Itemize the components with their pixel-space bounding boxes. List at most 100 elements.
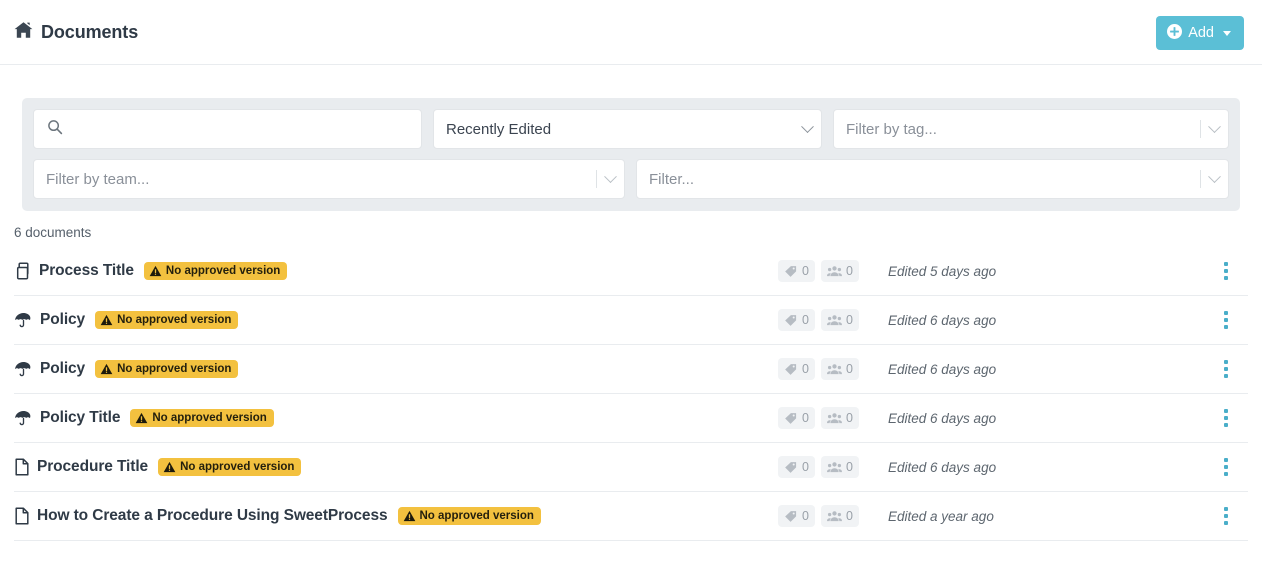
team-filter-select[interactable]: Filter by team... [33,159,625,199]
status-badge: No approved version [397,507,541,525]
document-link[interactable]: Process Title No approved version [14,262,1248,280]
page-header: Documents Add [0,0,1262,65]
team-count-value: 0 [845,460,853,474]
filter-row-1: Recently Edited Filter by tag... [33,109,1229,149]
team-count: 0 [820,309,859,331]
tag-filter-select[interactable]: Filter by tag... [833,109,1229,149]
page-title-text: Documents [41,21,139,42]
team-count: 0 [820,456,859,478]
team-filter-placeholder: Filter by team... [46,170,150,188]
document-title: Policy Title [40,409,121,426]
team-count-value: 0 [845,264,853,278]
warning-triangle-icon [100,314,113,326]
row-actions-menu-icon[interactable] [1216,258,1236,284]
chevron-down-icon [1208,169,1221,183]
edited-timestamp: Edited 6 days ago [888,312,997,328]
chevron-down-icon [801,119,814,133]
generic-filter-placeholder: Filter... [649,170,695,188]
tag-count: 0 [778,358,815,380]
filter-panel: Recently Edited Filter by tag... Filter … [22,98,1240,211]
row-actions-menu-icon[interactable] [1216,405,1236,431]
table-row[interactable]: Policy Title No approved version 0 0 Edit… [14,394,1248,443]
tag-count-value: 0 [802,411,809,425]
team-count: 0 [820,505,859,527]
umbrella-icon [14,409,33,427]
edited-timestamp: Edited 6 days ago [888,361,997,377]
document-link[interactable]: Procedure Title No approved version [14,458,1248,476]
status-badge-label: No approved version [152,412,267,424]
table-row[interactable]: Process Title No approved version 0 0 Edi… [14,247,1248,296]
umbrella-icon [14,311,33,329]
tag-count: 0 [778,309,815,331]
document-title: Policy [40,360,86,377]
caret-down-icon [1223,30,1231,36]
document-meta: 0 0 [778,358,859,380]
team-icon [826,510,842,523]
divider [1200,170,1201,188]
search-input[interactable] [33,109,422,149]
team-icon [826,314,842,327]
team-count: 0 [820,260,859,282]
document-list: Process Title No approved version 0 0 Edi… [14,247,1248,541]
document-title: Procedure Title [37,458,149,475]
warning-triangle-icon [403,510,416,522]
warning-triangle-icon [163,461,176,473]
tag-count: 0 [778,407,815,429]
search-icon [47,119,63,139]
status-badge-label: No approved version [165,265,281,277]
tag-icon [784,363,798,376]
table-row[interactable]: Procedure Title No approved version 0 0 E… [14,443,1248,492]
team-icon [826,461,842,474]
table-row[interactable]: Policy No approved version 0 0 Edited 6 d… [14,345,1248,394]
tag-count: 0 [778,505,815,527]
table-row[interactable]: How to Create a Procedure Using SweetPro… [14,492,1248,541]
warning-triangle-icon [135,412,148,424]
status-badge: No approved version [143,262,288,280]
status-badge: No approved version [130,409,274,427]
tag-count-value: 0 [802,460,809,474]
edited-timestamp: Edited a year ago [888,508,994,524]
chevron-down-icon [1208,119,1221,133]
edited-timestamp: Edited 5 days ago [888,263,997,279]
document-count: 6 documents [14,225,92,240]
document-title: Policy [40,311,86,328]
team-count-value: 0 [845,313,853,327]
document-link[interactable]: How to Create a Procedure Using SweetPro… [14,507,1248,525]
document-meta: 0 0 [778,407,859,429]
status-badge-label: No approved version [117,314,232,326]
document-meta: 0 0 [778,456,859,478]
add-button[interactable]: Add [1156,16,1244,50]
sort-select-value: Recently Edited [446,120,552,138]
row-actions-menu-icon[interactable] [1216,503,1236,529]
document-link[interactable]: Policy No approved version [14,311,1248,329]
status-badge-label: No approved version [117,363,232,375]
row-actions-menu-icon[interactable] [1216,356,1236,382]
table-row[interactable]: Policy No approved version 0 0 Edited 6 d… [14,296,1248,345]
filter-row-2: Filter by team... Filter... [33,159,1229,199]
home-icon [14,21,33,44]
tag-filter-placeholder: Filter by tag... [846,120,937,138]
tag-icon [784,510,798,523]
team-filter-control [596,160,617,198]
team-count-value: 0 [845,411,853,425]
status-badge-label: No approved version [180,461,295,473]
file-icon [14,507,30,525]
row-actions-menu-icon[interactable] [1216,307,1236,333]
process-copy-icon [14,262,32,280]
team-count-value: 0 [845,362,853,376]
document-link[interactable]: Policy Title No approved version [14,409,1248,427]
file-icon [14,458,30,476]
tag-icon [784,314,798,327]
row-actions-menu-icon[interactable] [1216,454,1236,480]
status-badge: No approved version [158,458,302,476]
document-meta: 0 0 [778,505,859,527]
tag-icon [784,265,798,278]
tag-filter-control [1200,110,1221,148]
tag-count-value: 0 [802,509,809,523]
document-link[interactable]: Policy No approved version [14,360,1248,378]
divider [596,170,597,188]
team-count: 0 [820,407,859,429]
sort-select[interactable]: Recently Edited [433,109,822,149]
generic-filter-select[interactable]: Filter... [636,159,1229,199]
edited-timestamp: Edited 6 days ago [888,410,997,426]
